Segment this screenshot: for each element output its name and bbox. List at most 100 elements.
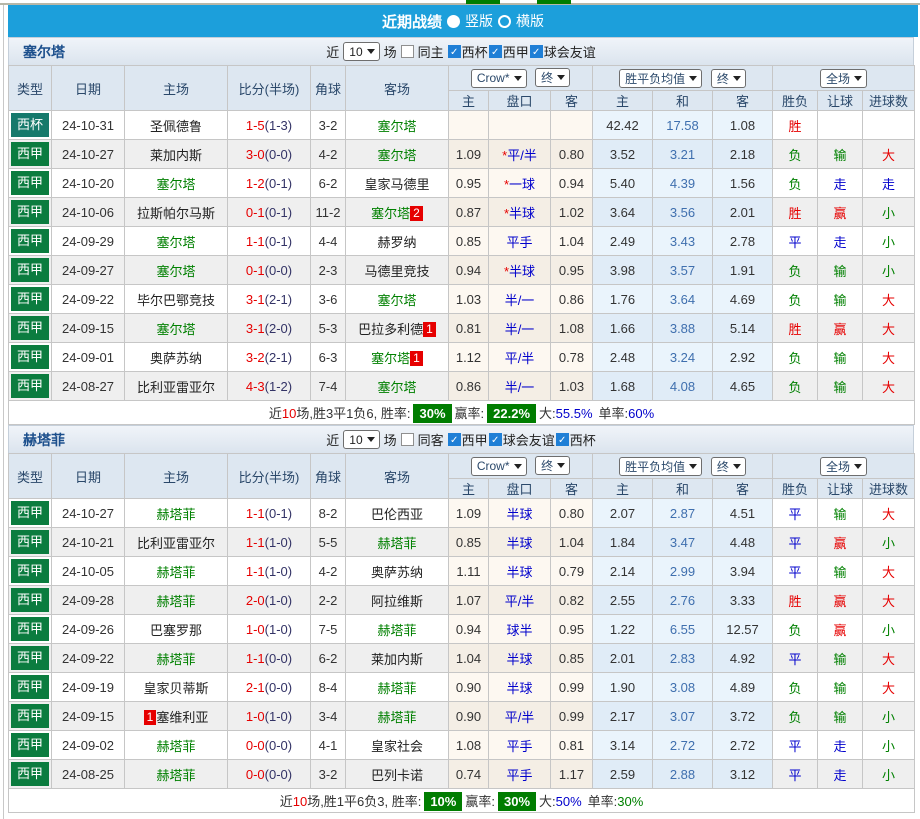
avg-draw-value: 2.87 (653, 499, 713, 528)
team-link[interactable]: 塞尔塔 (377, 380, 416, 395)
league-checkbox[interactable]: ✓ (556, 433, 569, 446)
team-link[interactable]: 赫塔菲 (377, 710, 416, 725)
team-link[interactable]: 皇家马德里 (364, 177, 429, 192)
avg-group-header: 胜平负均值 终 (593, 454, 773, 479)
team-link[interactable]: 皇家贝蒂斯 (143, 681, 208, 696)
avg-type-select[interactable]: 胜平负均值 (619, 457, 702, 476)
avg-time-select[interactable]: 终 (711, 69, 746, 88)
team-cell: 塞尔塔 (125, 314, 228, 343)
goals-result-value: 大 (863, 586, 915, 615)
avg-type-select[interactable]: 胜平负均值 (619, 69, 702, 88)
horizontal-layout-radio[interactable] (498, 15, 511, 28)
halftime-score: (1-2) (265, 379, 292, 394)
handicap-result-value: 输 (818, 140, 863, 169)
near-label: 近 (326, 42, 339, 61)
team-link[interactable]: 巴列卡诺 (371, 768, 423, 783)
odds-time-select[interactable]: 终 (535, 68, 570, 87)
result-value: 胜 (773, 586, 818, 615)
col-header-score: 比分(半场) (228, 66, 311, 111)
games-label: 场 (384, 42, 397, 61)
match-row: 西杯24-10-31圣佩德鲁1-5(1-3)3-2塞尔塔42.4217.581.… (9, 111, 915, 140)
team-link[interactable]: 赫塔菲 (377, 681, 416, 696)
team-name[interactable]: 塞尔塔 (23, 42, 65, 62)
handicap-value: 球半 (506, 623, 532, 638)
result-value: 负 (773, 169, 818, 198)
league-checkbox[interactable]: ✓ (448, 433, 461, 446)
team-link[interactable]: 赫塔菲 (156, 652, 195, 667)
match-date: 24-10-06 (52, 198, 125, 227)
team-link[interactable]: 塞尔塔 (371, 206, 410, 221)
match-row: 西甲24-08-27比利亚雷亚尔4-3(1-2)7-4塞尔塔0.86半/一1.0… (9, 372, 915, 401)
team-link[interactable]: 赫塔菲 (377, 536, 416, 551)
league-checkbox[interactable]: ✓ (530, 45, 543, 58)
handicap-result-value: 赢 (818, 528, 863, 557)
team-link[interactable]: 赫塔菲 (377, 623, 416, 638)
odds-away: 0.95 (551, 615, 593, 644)
recent-count-select[interactable]: 10 (343, 430, 379, 449)
vertical-layout-radio[interactable] (447, 15, 460, 28)
team-link[interactable]: 圣佩德鲁 (150, 119, 202, 134)
recent-count-select[interactable]: 10 (343, 42, 379, 61)
team-link[interactable]: 巴塞罗那 (150, 623, 202, 638)
team-link[interactable]: 莱加内斯 (150, 148, 202, 163)
team-link[interactable]: 奥萨苏纳 (371, 565, 423, 580)
league-checkbox[interactable]: ✓ (448, 45, 461, 58)
league-type-chip: 西甲 (11, 501, 49, 525)
avg-time-select[interactable]: 终 (711, 457, 746, 476)
fulltime-select[interactable]: 全场 (820, 457, 867, 476)
team-link[interactable]: 阿拉维斯 (371, 594, 423, 609)
team-cell: 赫塔菲 (125, 499, 228, 528)
team-link[interactable]: 塞尔塔 (377, 293, 416, 308)
team-link[interactable]: 赫塔菲 (156, 565, 195, 580)
team-link[interactable]: 马德里竞技 (364, 264, 429, 279)
avg-away-value: 4.89 (713, 673, 773, 702)
team-name[interactable]: 赫塔菲 (23, 430, 65, 450)
team-link[interactable]: 巴拉多利德 (358, 322, 423, 337)
filter-controls: 近 10 场 同主 ✓西杯✓西甲✓球会友谊 (9, 42, 913, 61)
team-link[interactable]: 莱加内斯 (371, 652, 423, 667)
corner-score: 6-2 (311, 169, 346, 198)
team-link[interactable]: 赫塔菲 (156, 739, 195, 754)
avg-away-value: 3.12 (713, 760, 773, 789)
league-checkbox[interactable]: ✓ (489, 45, 502, 58)
team-link[interactable]: 塞尔塔 (156, 322, 195, 337)
team-link[interactable]: 比利亚雷亚尔 (137, 536, 215, 551)
team-link[interactable]: 塞维利亚 (156, 710, 208, 725)
league-type-chip: 西甲 (11, 287, 49, 311)
team-link[interactable]: 巴伦西亚 (371, 507, 423, 522)
team-link[interactable]: 塞尔塔 (371, 351, 410, 366)
odds-group-header: Crow* 终 (449, 66, 593, 91)
odds-source-select[interactable]: Crow* (471, 457, 527, 476)
team-link[interactable]: 赫塔菲 (156, 507, 195, 522)
odds-time-select[interactable]: 终 (535, 456, 570, 475)
team-link[interactable]: 塞尔塔 (377, 148, 416, 163)
team-link[interactable]: 比利亚雷亚尔 (137, 380, 215, 395)
league-type-cell: 西甲 (9, 314, 52, 343)
same-side-checkbox[interactable] (401, 433, 414, 446)
league-type-cell: 西甲 (9, 673, 52, 702)
team-link[interactable]: 毕尔巴鄂竞技 (137, 293, 215, 308)
handicap-result-value: 输 (818, 256, 863, 285)
team-link[interactable]: 塞尔塔 (156, 235, 195, 250)
fulltime-group-header: 全场 (773, 454, 915, 479)
team-link[interactable]: 塞尔塔 (156, 177, 195, 192)
team-link[interactable]: 赫塔菲 (156, 768, 195, 783)
avg-home-value: 1.84 (593, 528, 653, 557)
team-link[interactable]: 拉斯帕尔马斯 (137, 206, 215, 221)
fulltime-select[interactable]: 全场 (820, 69, 867, 88)
result-value: 平 (773, 227, 818, 256)
team-link[interactable]: 奥萨苏纳 (150, 351, 202, 366)
team-link[interactable]: 皇家社会 (371, 739, 423, 754)
col-header-avg-home: 主 (593, 479, 653, 499)
single-rate-label: 单率: (588, 794, 618, 809)
team-link[interactable]: 塞尔塔 (156, 264, 195, 279)
league-checkbox[interactable]: ✓ (489, 433, 502, 446)
team-link[interactable]: 赫塔菲 (156, 594, 195, 609)
handicap-result-value: 赢 (818, 586, 863, 615)
avg-away-value: 4.65 (713, 372, 773, 401)
team-link[interactable]: 赫罗纳 (377, 235, 416, 250)
odds-source-select[interactable]: Crow* (471, 69, 527, 88)
odds-away (551, 111, 593, 140)
team-link[interactable]: 塞尔塔 (377, 119, 416, 134)
same-side-checkbox[interactable] (401, 45, 414, 58)
